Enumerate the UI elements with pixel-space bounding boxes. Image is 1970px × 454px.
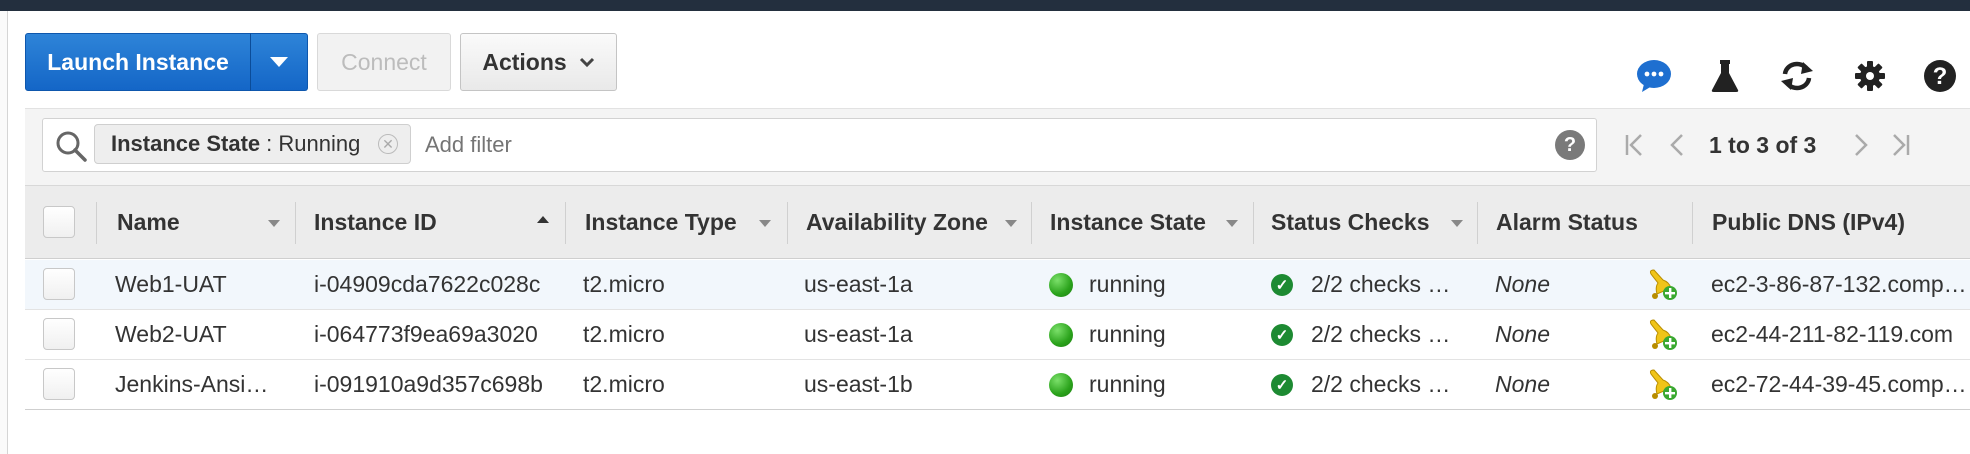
cell-public-dns: ec2-3-86-87-132.comp…	[1711, 271, 1967, 297]
cell-instance-id: i-04909cda7622c028c	[314, 271, 541, 297]
cell-public-dns: ec2-44-211-82-119.com	[1711, 321, 1954, 347]
help-icon[interactable]: ?	[1922, 58, 1958, 94]
actions-label: Actions	[482, 48, 567, 75]
column-header-name[interactable]: Name	[117, 186, 180, 258]
side-panel-edge	[0, 11, 8, 454]
svg-text:?: ?	[1933, 63, 1948, 90]
cell-alarm-status: None	[1495, 321, 1550, 347]
experiment-icon[interactable]	[1707, 58, 1743, 94]
column-separator	[1692, 202, 1693, 244]
running-status-icon	[1049, 322, 1073, 347]
settings-icon[interactable]	[1852, 58, 1888, 94]
cell-instance-id: i-064773f9ea69a3020	[314, 321, 538, 347]
column-separator	[295, 202, 296, 244]
chevron-down-icon	[579, 57, 594, 68]
cell-name: Web2-UAT	[115, 321, 227, 347]
row-checkbox[interactable]	[43, 318, 75, 350]
sort-caret-icon[interactable]	[1226, 220, 1238, 227]
filter-chip-instance-state[interactable]: Instance State : Running ✕	[94, 124, 411, 164]
column-separator	[1253, 202, 1254, 244]
row-checkbox[interactable]	[43, 368, 75, 400]
add-alarm-icon[interactable]	[1645, 268, 1679, 302]
sort-caret-icon[interactable]	[759, 220, 771, 227]
sort-caret-icon[interactable]	[1451, 220, 1463, 227]
check-passed-icon: ✓	[1271, 323, 1293, 346]
launch-instance-dropdown-button[interactable]	[250, 33, 308, 91]
select-all-checkbox[interactable]	[43, 206, 75, 238]
status-label: 2/2 checks …	[1311, 371, 1451, 397]
launch-instance-label: Launch Instance	[47, 48, 229, 75]
table-header: Name Instance ID Instance Type Availabil…	[25, 185, 1970, 259]
add-alarm-icon[interactable]	[1645, 368, 1679, 402]
sort-caret-icon[interactable]	[268, 220, 280, 227]
pagination-text: 1 to 3 of 3	[1709, 132, 1817, 158]
running-status-icon	[1049, 372, 1073, 397]
table-bottom-border	[25, 409, 1970, 410]
console-top-bar	[0, 0, 1970, 11]
filter-help-icon[interactable]: ?	[1555, 130, 1585, 160]
row-checkbox[interactable]	[43, 268, 75, 300]
cell-instance-type: t2.micro	[583, 271, 665, 297]
actions-button[interactable]: Actions	[460, 33, 617, 91]
running-status-icon	[1049, 272, 1073, 297]
previous-page-icon[interactable]	[1662, 128, 1692, 162]
cell-instance-state: running	[1049, 260, 1166, 309]
status-label: 2/2 checks …	[1311, 321, 1451, 347]
table-row[interactable]: Web2-UAT i-064773f9ea69a3020 t2.micro us…	[25, 310, 1970, 360]
refresh-icon[interactable]	[1779, 58, 1815, 94]
connect-label: Connect	[341, 48, 427, 75]
filter-chip-key: Instance State	[111, 131, 261, 156]
check-passed-icon: ✓	[1271, 373, 1293, 396]
state-label: running	[1089, 371, 1166, 397]
cell-status-checks[interactable]: ✓ 2/2 checks …	[1271, 360, 1450, 409]
table-row[interactable]: Web1-UAT i-04909cda7622c028c t2.micro us…	[25, 260, 1970, 310]
cell-instance-state: running	[1049, 310, 1166, 359]
cell-availability-zone: us-east-1b	[804, 371, 913, 397]
column-header-availability-zone[interactable]: Availability Zone	[806, 186, 988, 258]
column-header-status-checks[interactable]: Status Checks	[1271, 186, 1430, 258]
last-page-icon[interactable]	[1885, 128, 1915, 162]
add-alarm-icon[interactable]	[1645, 318, 1679, 352]
cell-status-checks[interactable]: ✓ 2/2 checks …	[1271, 260, 1450, 309]
state-label: running	[1089, 271, 1166, 297]
column-separator	[1031, 202, 1032, 244]
cell-instance-id: i-091910a9d357c698b	[314, 371, 543, 397]
first-page-icon[interactable]	[1620, 128, 1650, 162]
cell-name: Web1-UAT	[115, 271, 227, 297]
cell-alarm-status: None	[1495, 371, 1550, 397]
column-separator	[96, 202, 97, 244]
cell-instance-type: t2.micro	[583, 321, 665, 347]
connect-button[interactable]: Connect	[317, 33, 451, 91]
sort-ascending-icon[interactable]	[537, 216, 549, 223]
cell-availability-zone: us-east-1a	[804, 271, 913, 297]
remove-filter-icon[interactable]: ✕	[378, 134, 398, 154]
launch-instance-button[interactable]: Launch Instance	[25, 33, 251, 91]
check-passed-icon: ✓	[1271, 273, 1293, 296]
column-header-alarm-status[interactable]: Alarm Status	[1496, 186, 1638, 258]
cell-public-dns: ec2-72-44-39-45.comp…	[1711, 371, 1967, 397]
column-header-instance-state[interactable]: Instance State	[1050, 186, 1206, 258]
cell-name: Jenkins-Ansi…	[115, 371, 269, 397]
cell-instance-type: t2.micro	[583, 371, 665, 397]
feedback-icon[interactable]	[1636, 58, 1672, 94]
sort-caret-icon[interactable]	[1005, 220, 1017, 227]
column-header-instance-id[interactable]: Instance ID	[314, 186, 437, 258]
cell-status-checks[interactable]: ✓ 2/2 checks …	[1271, 310, 1450, 359]
cell-availability-zone: us-east-1a	[804, 321, 913, 347]
column-header-instance-type[interactable]: Instance Type	[585, 186, 737, 258]
search-icon	[56, 131, 87, 162]
column-separator	[1477, 202, 1478, 244]
column-separator	[787, 202, 788, 244]
status-label: 2/2 checks …	[1311, 271, 1451, 297]
next-page-icon[interactable]	[1846, 128, 1876, 162]
column-separator	[565, 202, 566, 244]
cell-alarm-status: None	[1495, 271, 1550, 297]
cell-instance-state: running	[1049, 360, 1166, 409]
table-row[interactable]: Jenkins-Ansi… i-091910a9d357c698b t2.mic…	[25, 360, 1970, 410]
caret-down-icon	[270, 57, 288, 67]
column-header-public-dns[interactable]: Public DNS (IPv4)	[1712, 186, 1905, 258]
filter-chip-value: : Running	[266, 131, 361, 156]
state-label: running	[1089, 321, 1166, 347]
add-filter-input[interactable]	[425, 132, 1125, 158]
